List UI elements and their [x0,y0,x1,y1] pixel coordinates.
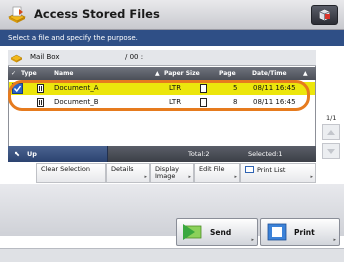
up-arrow-icon [327,130,335,135]
arrow-icon: ▸ [144,174,147,180]
arrow-icon: ▸ [310,174,313,180]
path-value: / 00 : [125,53,144,61]
menu-button[interactable] [311,5,338,25]
send-icon [183,224,202,240]
status-bar [0,248,344,262]
title-bar: Access Stored Files [0,0,344,30]
scroll-down-button[interactable] [322,143,340,159]
col-name[interactable]: Name [54,70,73,77]
clear-selection-label: Clear Selection [41,165,91,173]
col-page[interactable]: Page [219,70,236,77]
col-paper-size[interactable]: Paper Size [164,70,200,77]
up-button[interactable]: ⬉ Up [8,146,108,162]
selection-highlight [8,80,310,111]
arrow-icon: ▸ [188,174,191,180]
column-header: ✓ Type Name ▲ Paper Size Page Date/Time … [8,67,316,80]
list-footer: ⬉ Up Total:2 Selected:1 [8,146,316,162]
list-icon [245,166,254,173]
page-indicator: 1/1 [326,114,337,122]
up-arrow-icon: ⬉ [14,150,20,158]
check-icon: ✓ [11,70,17,77]
sort-icon: ▲ [303,70,308,77]
scroll-up-button[interactable] [322,124,340,140]
send-button[interactable]: Send ▸ [176,218,258,246]
print-button[interactable]: Print ▸ [260,218,340,246]
selected-count: Selected:1 [248,150,283,158]
col-datetime[interactable]: Date/Time [252,70,287,77]
details-label: Details [111,165,134,173]
sort-icon: ▲ [155,70,160,77]
details-button[interactable]: Details ▸ [106,163,150,183]
path-label: Mail Box [30,53,60,61]
print-icon [267,223,287,241]
send-label: Send [210,228,232,237]
cube-icon [319,9,330,21]
down-arrow-icon [327,149,335,154]
display-image-label: Display Image [155,165,179,180]
col-type[interactable]: Type [21,70,37,77]
instruction-bar: Select a file and specify the purpose. [0,30,344,46]
arrow-icon: ▸ [251,237,254,243]
arrow-icon: ▸ [333,237,336,243]
up-label: Up [27,150,37,158]
page-title: Access Stored Files [34,7,160,21]
edit-file-label: Edit File [199,165,225,173]
mailbox-icon [11,54,22,63]
path-bar: Mail Box / 00 : [8,50,316,66]
stored-files-icon [8,6,26,23]
clear-selection-button[interactable]: Clear Selection [36,163,106,183]
display-image-button[interactable]: Display Image ▸ [150,163,194,183]
action-button-row: Clear Selection Details ▸ Display Image … [8,163,316,183]
print-label: Print [294,228,315,237]
total-count: Total:2 [188,150,210,158]
print-list-label: Print List [257,166,286,174]
print-list-button[interactable]: Print List ▸ [240,163,316,183]
edit-file-button[interactable]: Edit File ▸ [194,163,240,183]
arrow-icon: ▸ [234,174,237,180]
